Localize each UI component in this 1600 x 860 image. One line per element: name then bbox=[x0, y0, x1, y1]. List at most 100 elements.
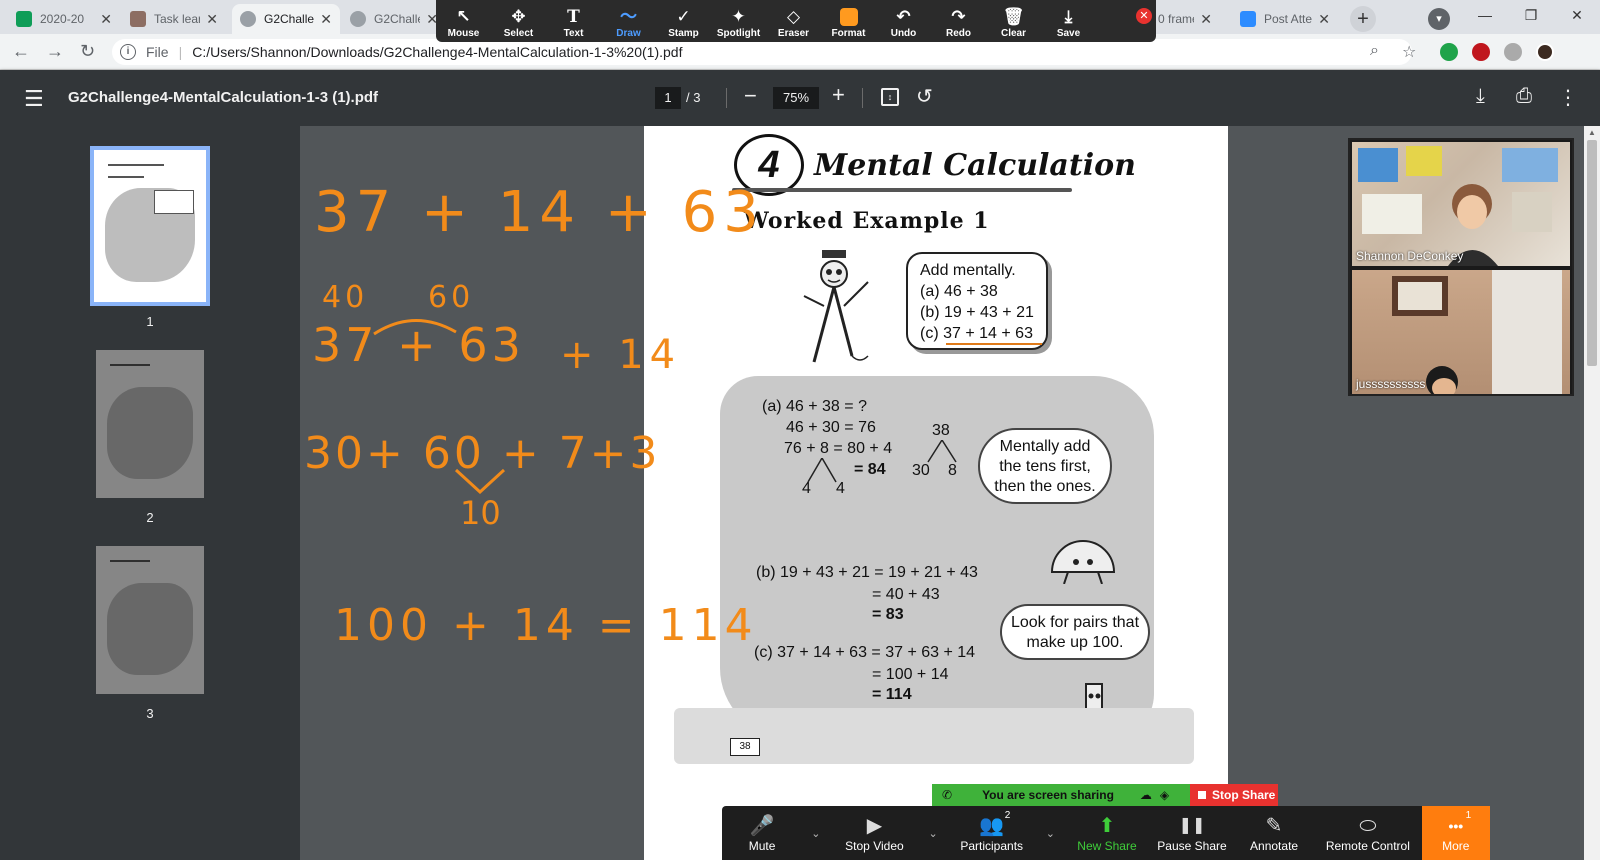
tool-text[interactable]: T Text bbox=[546, 6, 601, 39]
vertical-scrollbar[interactable]: ▲ bbox=[1584, 126, 1600, 860]
url-field[interactable]: i File | C:/Users/Shannon/Downloads/G2Ch… bbox=[112, 39, 1412, 65]
browser-tab[interactable]: 0 frame ✕ bbox=[1156, 4, 1220, 34]
bookmark-star-icon[interactable]: ☆ bbox=[1402, 42, 1416, 62]
puzzle-icon[interactable] bbox=[1504, 43, 1522, 61]
tab-search-icon[interactable]: ▾ bbox=[1428, 8, 1450, 30]
close-icon[interactable]: ✕ bbox=[1318, 11, 1330, 28]
close-annotate-icon[interactable]: ✕ bbox=[1136, 8, 1152, 24]
extension-icon[interactable] bbox=[1440, 43, 1458, 61]
download-icon[interactable]: ⤓ bbox=[1476, 85, 1485, 108]
thumbnail-label: 2 bbox=[146, 510, 154, 525]
back-icon[interactable]: ← bbox=[12, 41, 30, 62]
more-label: More bbox=[1442, 839, 1470, 853]
info-icon[interactable]: i bbox=[120, 44, 136, 60]
browser-tab-active[interactable]: G2Challe ✕ bbox=[232, 4, 340, 34]
tool-stamp[interactable]: ✓ Stamp bbox=[656, 6, 711, 39]
thumbnail-art bbox=[110, 364, 150, 366]
close-icon[interactable]: ✕ bbox=[1200, 11, 1212, 28]
tool-mouse[interactable]: ↖ Mouse bbox=[436, 6, 491, 39]
page-thumbnail-3[interactable] bbox=[96, 546, 204, 694]
tool-eraser[interactable]: ◇ Eraser bbox=[766, 6, 821, 39]
close-icon[interactable]: ✕ bbox=[206, 11, 218, 28]
pause-share-label: Pause Share bbox=[1157, 839, 1227, 853]
task-icon bbox=[130, 11, 146, 27]
ublock-icon[interactable] bbox=[1472, 43, 1490, 61]
more-button[interactable]: ••• 1 More bbox=[1421, 806, 1490, 860]
redo-icon: ↷ bbox=[951, 7, 966, 26]
new-share-label: New Share bbox=[1077, 839, 1137, 853]
prompt-line: (b) 19 + 43 + 21 bbox=[920, 304, 1034, 321]
title-underline bbox=[732, 188, 1072, 192]
browser-tab[interactable]: Post Atte ✕ bbox=[1232, 4, 1338, 34]
participant-video-2[interactable]: jussssssssss bbox=[1352, 270, 1570, 394]
scrollbar-thumb[interactable] bbox=[1587, 140, 1597, 366]
eraser-icon: ◇ bbox=[786, 7, 801, 26]
window-close-icon[interactable]: ✕ bbox=[1554, 0, 1600, 30]
reload-icon[interactable]: ↻ bbox=[80, 41, 95, 62]
video-options-chevron-icon[interactable]: ⌄ bbox=[919, 806, 946, 860]
print-icon[interactable]: ⎙ bbox=[1516, 85, 1532, 108]
work-c-line: = 100 + 14 bbox=[872, 666, 949, 683]
work-a-line: (a) 46 + 38 = ? bbox=[762, 398, 867, 415]
thumbnail-art bbox=[106, 387, 194, 479]
move-icon: ✥ bbox=[511, 7, 526, 26]
participant-name: Shannon DeConkey bbox=[1356, 249, 1464, 263]
orange-underline bbox=[946, 343, 1042, 345]
stop-share-button[interactable]: Stop Share bbox=[1190, 784, 1278, 806]
tool-label: Undo bbox=[890, 28, 917, 39]
fit-page-icon[interactable]: ↕ bbox=[881, 88, 899, 106]
mute-button[interactable]: 🎤 Mute bbox=[722, 806, 802, 860]
tool-select[interactable]: ✥ Select bbox=[491, 6, 546, 39]
browser-tab[interactable]: G2Challe ✕ bbox=[342, 4, 446, 34]
url-text: C:/Users/Shannon/Downloads/G2Challenge4-… bbox=[192, 44, 683, 60]
tool-undo[interactable]: ↶ Undo bbox=[876, 6, 931, 39]
zoom-out-icon[interactable]: − bbox=[744, 83, 757, 109]
zoom-level-input[interactable]: 75% bbox=[773, 87, 819, 109]
hint-line: Mentally add bbox=[999, 438, 1091, 455]
more-vert-icon[interactable]: ⋮ bbox=[1558, 85, 1578, 110]
close-icon[interactable]: ✕ bbox=[320, 11, 332, 28]
new-tab-button[interactable]: + bbox=[1350, 6, 1376, 32]
tool-format[interactable]: Format bbox=[821, 6, 876, 39]
page-thumbnail-1[interactable] bbox=[90, 146, 210, 306]
mute-options-chevron-icon[interactable]: ⌄ bbox=[802, 806, 829, 860]
browser-tab[interactable]: Task lear ✕ bbox=[122, 4, 226, 34]
scroll-up-icon[interactable]: ▲ bbox=[1588, 128, 1596, 137]
zoom-magnifier-icon[interactable]: ⌕ bbox=[1370, 42, 1379, 60]
tool-spotlight[interactable]: ✦ Spotlight bbox=[711, 6, 766, 39]
new-share-button[interactable]: ⬆ New Share bbox=[1064, 806, 1150, 860]
shield-icon: ◈ bbox=[1159, 788, 1170, 802]
tool-label: Redo bbox=[946, 28, 971, 39]
forward-icon[interactable]: → bbox=[46, 41, 64, 62]
pause-share-button[interactable]: ❚❚ Pause Share bbox=[1150, 806, 1234, 860]
close-icon[interactable]: ✕ bbox=[100, 11, 112, 28]
work-b-line: (b) 19 + 43 + 21 = 19 + 21 + 43 bbox=[756, 564, 978, 581]
rotate-icon[interactable]: ↺ bbox=[916, 84, 933, 109]
remote-control-button[interactable]: ⬭ Remote Control bbox=[1314, 806, 1421, 860]
tool-save[interactable]: ⤓ Save bbox=[1041, 6, 1096, 39]
zoom-in-icon[interactable]: + bbox=[832, 82, 845, 108]
meeting-controls-bar: 🎤 Mute ⌄ ▶ Stop Video ⌄ 👥 2 Participants… bbox=[722, 806, 1490, 860]
menu-icon[interactable]: ☰ bbox=[24, 86, 44, 112]
tool-redo[interactable]: ↷ Redo bbox=[931, 6, 986, 39]
work-a-line: 76 + 8 = 80 + 4 bbox=[784, 440, 893, 457]
browser-tab[interactable]: 2020-20 ✕ bbox=[8, 4, 120, 34]
participants-button[interactable]: 👥 2 Participants bbox=[947, 806, 1037, 860]
participant-video-1[interactable]: Shannon DeConkey bbox=[1352, 142, 1570, 266]
page-thumbnail-2[interactable] bbox=[96, 350, 204, 498]
annotate-button[interactable]: ✎ Annotate bbox=[1234, 806, 1314, 860]
profile-avatar[interactable] bbox=[1536, 43, 1554, 61]
page-number-input[interactable]: 1 bbox=[655, 87, 681, 109]
cloud-icon: ☁ bbox=[1139, 788, 1152, 802]
stop-video-button[interactable]: ▶ Stop Video bbox=[829, 806, 919, 860]
remote-control-label: Remote Control bbox=[1325, 839, 1410, 853]
stop-square-icon bbox=[1198, 791, 1206, 799]
participants-label: Participants bbox=[960, 839, 1024, 853]
restore-icon[interactable]: ❐ bbox=[1508, 0, 1554, 30]
tool-clear[interactable]: 🗑 Clear bbox=[986, 6, 1041, 39]
participants-options-chevron-icon[interactable]: ⌄ bbox=[1037, 806, 1064, 860]
url-separator: | bbox=[178, 44, 183, 60]
work-c-line: (c) 37 + 14 + 63 = 37 + 63 + 14 bbox=[754, 644, 976, 661]
tool-draw[interactable]: 〜 Draw bbox=[601, 6, 656, 39]
minimize-icon[interactable]: — bbox=[1462, 0, 1508, 30]
